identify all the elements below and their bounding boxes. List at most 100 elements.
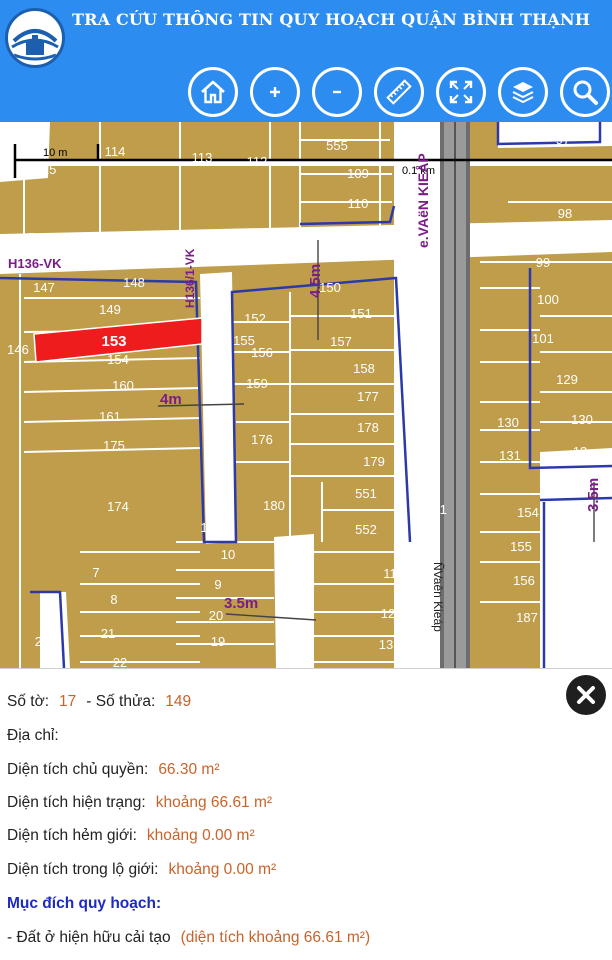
measure-button[interactable] xyxy=(374,67,424,117)
svg-text:157: 157 xyxy=(330,334,352,349)
svg-text:13: 13 xyxy=(573,444,587,459)
svg-text:146: 146 xyxy=(7,342,29,357)
svg-text:112: 112 xyxy=(247,154,268,169)
svg-text:114: 114 xyxy=(105,144,126,159)
svg-text:154: 154 xyxy=(107,352,129,367)
svg-text:1: 1 xyxy=(200,520,207,535)
street-label-van-kiep-lower: ÑVaên Kieáp xyxy=(431,562,445,632)
svg-text:156: 156 xyxy=(251,345,273,360)
svg-text:20: 20 xyxy=(209,608,223,623)
svg-text:161: 161 xyxy=(99,409,121,424)
svg-text:551: 551 xyxy=(355,486,377,501)
svg-text:130: 130 xyxy=(497,415,519,430)
cadastral-map[interactable]: 10 m 0.1 km H136-VK H136/1-VK e.VAëN KIE… xyxy=(0,122,612,668)
svg-text:131: 131 xyxy=(499,448,521,463)
area-owned-row: Diện tích chủ quyền: 66.30 m² xyxy=(7,761,219,779)
parcel-label: - Số thửa: xyxy=(86,693,156,710)
width-label-3: 3.5m xyxy=(585,478,602,512)
svg-text:155: 155 xyxy=(510,539,532,554)
area-owned-label: Diện tích chủ quyền: xyxy=(7,761,149,778)
svg-text:99: 99 xyxy=(536,255,550,270)
parcel-153-label: 153 xyxy=(101,333,126,350)
zoom-in-button[interactable] xyxy=(250,67,300,117)
svg-text:177: 177 xyxy=(357,389,379,404)
svg-text:152: 152 xyxy=(244,311,266,326)
svg-text:110: 110 xyxy=(348,196,369,211)
svg-text:154: 154 xyxy=(517,505,539,520)
page-title: TRA CỨU THÔNG TIN QUY HOẠCH QUẬN BÌNH TH… xyxy=(72,10,591,29)
svg-text:156: 156 xyxy=(513,573,535,588)
purpose-heading: Mục đích quy hoạch: xyxy=(7,895,162,912)
layers-button[interactable] xyxy=(498,67,548,117)
area-alley-value: khoảng 0.00 m² xyxy=(146,827,255,844)
svg-text:22: 22 xyxy=(113,655,127,668)
purpose-item-value: (diện tích khoảng 66.61 m²) xyxy=(180,929,371,946)
svg-text:111: 111 xyxy=(332,226,352,241)
street-label-h136-1: H136/1-VK xyxy=(183,248,197,308)
svg-text:9: 9 xyxy=(214,577,221,592)
svg-text:8: 8 xyxy=(110,592,117,607)
svg-text:13: 13 xyxy=(379,637,393,652)
parcel-value: 149 xyxy=(165,693,192,710)
svg-text:17: 17 xyxy=(21,230,35,245)
svg-text:115: 115 xyxy=(36,162,57,177)
area-current-label: Diện tích hiện trạng: xyxy=(7,794,146,811)
svg-text:10: 10 xyxy=(401,134,415,149)
ruler-icon xyxy=(386,79,412,105)
svg-text:148: 148 xyxy=(123,275,145,290)
svg-text:174: 174 xyxy=(107,499,129,514)
svg-text:21: 21 xyxy=(101,626,115,641)
width-label-2: 3.5m xyxy=(224,595,258,612)
svg-text:113: 113 xyxy=(192,150,213,165)
svg-text:101: 101 xyxy=(532,331,554,346)
svg-text:555: 555 xyxy=(326,138,348,153)
search-button[interactable] xyxy=(560,67,610,117)
address-label: Địa chỉ: xyxy=(7,727,59,744)
area-road-row: Diện tích trong lộ giới: khoảng 0.00 m² xyxy=(7,861,276,879)
svg-text:176: 176 xyxy=(251,432,273,447)
zoom-in-icon xyxy=(270,87,280,97)
area-owned-value: 66.30 m² xyxy=(158,761,220,778)
fullscreen-icon xyxy=(449,80,473,104)
area-road-value: khoảng 0.00 m² xyxy=(168,861,277,878)
home-button[interactable] xyxy=(188,67,238,117)
svg-text:150: 150 xyxy=(319,280,341,295)
area-alley-row: Diện tích hẻm giới: khoảng 0.00 m² xyxy=(7,827,255,845)
svg-text:187: 187 xyxy=(516,610,538,625)
svg-text:181: 181 xyxy=(425,502,447,517)
svg-text:175: 175 xyxy=(103,438,125,453)
svg-text:147: 147 xyxy=(33,280,55,295)
svg-text:7: 7 xyxy=(92,565,99,580)
address-row: Địa chỉ: xyxy=(7,727,59,745)
svg-text:160: 160 xyxy=(112,378,134,393)
svg-text:149: 149 xyxy=(99,302,121,317)
sheet-label: Số tờ: xyxy=(7,693,50,710)
svg-text:178: 178 xyxy=(357,420,379,435)
fullscreen-button[interactable] xyxy=(436,67,486,117)
close-button[interactable] xyxy=(566,675,606,715)
svg-text:12: 12 xyxy=(381,606,395,621)
svg-text:151: 151 xyxy=(350,306,372,321)
purpose-item-row: - Đất ở hiện hữu cải tạo (diện tích khoản… xyxy=(7,929,370,947)
district-logo xyxy=(5,8,65,68)
map-toolbar xyxy=(188,67,610,119)
app-header: TRA CỨU THÔNG TIN QUY HOẠCH QUẬN BÌNH TH… xyxy=(0,0,612,122)
map-canvas[interactable]: 10 m 0.1 km H136-VK H136/1-VK e.VAëN KIE… xyxy=(0,122,612,668)
search-icon xyxy=(573,80,598,105)
area-alley-label: Diện tích hẻm giới: xyxy=(7,827,137,844)
area-current-row: Diện tích hiện trạng: khoảng 66.61 m² xyxy=(7,794,272,812)
svg-text:19: 19 xyxy=(211,634,225,649)
street-label-van-kiep: e.VAëN KIEÅP xyxy=(415,153,431,248)
svg-text:97: 97 xyxy=(556,132,570,147)
svg-text:24: 24 xyxy=(35,634,49,649)
close-icon xyxy=(577,686,595,704)
svg-text:180: 180 xyxy=(263,498,285,513)
svg-text:11: 11 xyxy=(383,566,397,581)
zoom-out-button[interactable] xyxy=(312,67,362,117)
svg-text:179: 179 xyxy=(363,454,385,469)
district-emblem-icon xyxy=(10,13,60,63)
svg-text:109: 109 xyxy=(347,166,369,181)
svg-text:552: 552 xyxy=(355,522,377,537)
svg-text:129: 129 xyxy=(556,372,578,387)
area-current-value: khoảng 66.61 m² xyxy=(155,794,273,811)
